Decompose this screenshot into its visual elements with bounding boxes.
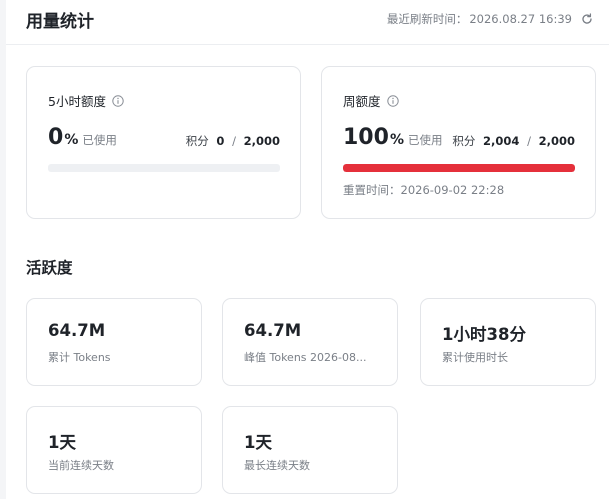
quota-points: 积分 0 / 2,000 [186, 133, 280, 149]
activity-section-title: 活跃度 [26, 259, 73, 277]
quota-used-label: 已使用 [82, 133, 117, 147]
quota-title-text: 5小时额度 [48, 94, 106, 109]
points-label: 积分 [185, 134, 209, 148]
points-separator: / [232, 134, 236, 148]
points-label: 积分 [452, 134, 476, 148]
quota-card-5-hour: 5小时额度 0 % 已使用 积分 0 / 2,000 [26, 66, 301, 219]
quota-progress-bar [48, 164, 280, 172]
info-icon[interactable] [112, 94, 124, 107]
quota-title-text: 周额度 [343, 94, 381, 109]
points-used: 0 [216, 134, 225, 148]
points-used: 2,004 [483, 134, 520, 148]
quota-title: 5小时额度 [48, 91, 124, 110]
stat-value: 1小时38分 [442, 325, 526, 344]
stat-label: 峰值 Tokens 2026-08... [244, 351, 367, 364]
quota-card-weekly: 周额度 100 % 已使用 积分 2,004 / 2,000 重置时间：2026 [321, 66, 596, 219]
info-icon[interactable] [386, 94, 399, 107]
quota-percent-value: 0 [48, 125, 64, 150]
stat-card-peak-tokens: 64.7M 峰值 Tokens 2026-08... [222, 298, 398, 386]
quota-title: 周额度 [343, 91, 399, 110]
reset-label: 重置时间： [343, 183, 401, 197]
points-separator: / [527, 134, 531, 148]
quota-percent-sign: % [389, 132, 404, 148]
stat-value: 1天 [48, 433, 76, 452]
quota-used-label: 已使用 [407, 133, 443, 147]
usage-stats-page: 用量统计 最近刷新时间： 2026.08.27 16:39 5小时额度 0 % … [6, 0, 609, 499]
stat-card-total-usage-time: 1小时38分 累计使用时长 [420, 298, 596, 386]
stat-card-longest-streak: 1天 最长连续天数 [222, 406, 398, 494]
stat-card-total-tokens: 64.7M 累计 Tokens [26, 298, 202, 386]
quota-reset-time: 重置时间：2026-09-02 22:28 [343, 182, 504, 198]
points-total: 2,000 [243, 134, 280, 148]
quota-progress-fill [343, 164, 575, 172]
quota-points: 积分 2,004 / 2,000 [452, 133, 575, 149]
stat-label: 当前连续天数 [48, 459, 114, 472]
refresh-icon[interactable] [581, 13, 593, 25]
refresh-time: 2026.08.27 16:39 [469, 12, 572, 26]
quota-percent: 100 % 已使用 [343, 125, 442, 150]
quota-percent-value: 100 [343, 125, 389, 150]
quota-percent: 0 % 已使用 [48, 125, 117, 150]
stat-label: 累计 Tokens [48, 351, 111, 364]
stat-label: 最长连续天数 [244, 459, 310, 472]
page-title: 用量统计 [26, 12, 94, 32]
header: 用量统计 最近刷新时间： 2026.08.27 16:39 [6, 0, 609, 45]
points-total: 2,000 [538, 134, 575, 148]
stat-label: 累计使用时长 [442, 351, 508, 364]
refresh-info: 最近刷新时间： 2026.08.27 16:39 [387, 11, 593, 27]
quota-progress-bar [343, 164, 575, 172]
stat-card-current-streak: 1天 当前连续天数 [26, 406, 202, 494]
refresh-label: 最近刷新时间： [386, 12, 468, 26]
quota-percent-sign: % [64, 132, 79, 148]
stat-value: 1天 [244, 433, 272, 452]
reset-time-value: 2026-09-02 22:28 [400, 183, 505, 197]
stat-value: 64.7M [48, 321, 106, 340]
stat-value: 64.7M [244, 321, 302, 340]
